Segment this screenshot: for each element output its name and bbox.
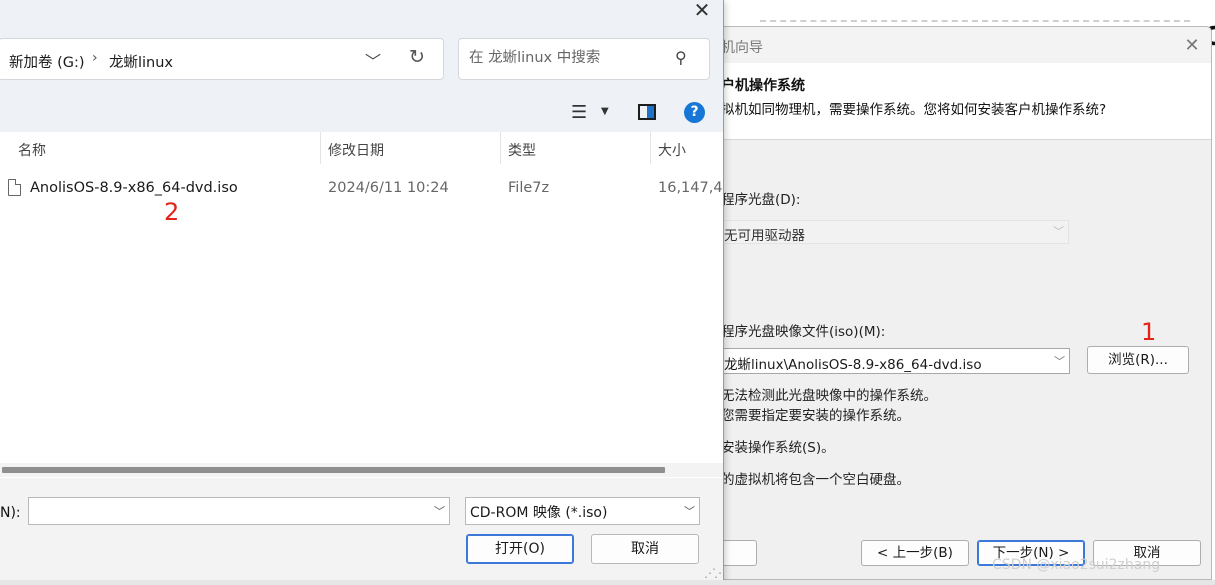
wizard-title: 机向导	[721, 40, 763, 56]
filename-input[interactable]	[33, 502, 427, 520]
scrollbar-thumb[interactable]	[2, 467, 665, 473]
new-vm-wizard: 机向导 ✕ 户机操作系统 拟机如同物理机，需要操作系统。您将如何安装客户机操作系…	[714, 26, 1212, 580]
iso-file-label: 程序光盘映像文件(iso)(M):	[721, 324, 886, 340]
file-modified: 2024/6/11 10:24	[328, 180, 449, 196]
help-icon[interactable]: ?	[684, 102, 705, 123]
breadcrumb-folder[interactable]: 龙蜥linux	[109, 51, 173, 72]
back-button[interactable]: < 上一步(B)	[861, 540, 969, 566]
filename-combo[interactable]: ﹀	[28, 497, 450, 525]
watermark: CSDN @xiao2sui2zhang	[992, 557, 1161, 573]
view-dropdown-icon[interactable]: ▼	[601, 106, 609, 117]
column-divider[interactable]	[320, 132, 321, 164]
dialog-titlebar	[0, 0, 723, 22]
chevron-down-icon: ﹀	[684, 505, 695, 518]
breadcrumb-drive[interactable]: 新加卷 (G:)	[9, 51, 85, 72]
iso-path-value: 龙蜥linux\AnolisOS-8.9-x86_64-dvd.iso	[724, 357, 982, 373]
column-header-modified[interactable]: 修改日期	[328, 140, 384, 160]
help-button[interactable]	[719, 540, 757, 566]
filename-label: N):	[0, 505, 21, 521]
view-list-icon[interactable]: ☰	[571, 102, 587, 123]
chevron-down-icon: ﹀	[1054, 355, 1065, 368]
installer-disc-label: 程序光盘(D):	[721, 192, 801, 208]
file-type: File7z	[508, 180, 550, 196]
filetype-select[interactable]: CD-ROM 映像 (*.iso) ﹀	[465, 497, 700, 525]
search-box[interactable]: ⚲	[458, 38, 710, 80]
notice-line-2: 您需要指定要安装的操作系统。	[721, 408, 910, 424]
chevron-down-icon[interactable]: ﹀	[365, 48, 381, 72]
wizard-body: 程序光盘(D): 无可用驱动器 ﹀ 程序光盘映像文件(iso)(M): 龙蜥li…	[715, 140, 1211, 579]
dialog-footer	[0, 478, 723, 581]
column-header-size[interactable]: 大小	[658, 140, 686, 160]
wizard-header-subtitle: 拟机如同物理机，需要操作系统。您将如何安装客户机操作系统?	[721, 102, 1107, 118]
search-input[interactable]	[467, 49, 671, 67]
annotation-2: 2	[164, 198, 180, 226]
column-header-row: 名称 修改日期 类型 大小	[0, 132, 723, 164]
file-icon	[8, 179, 21, 196]
iso-path-combo[interactable]: 龙蜥linux\AnolisOS-8.9-x86_64-dvd.iso ﹀	[719, 348, 1070, 374]
column-header-type[interactable]: 类型	[508, 140, 536, 160]
dialog-toolbar: ☰ ▼ ?	[0, 94, 723, 132]
address-bar[interactable]: 新加卷 (G:) › 龙蜥linux ﹀ ↻	[0, 38, 444, 80]
drive-select-value: 无可用驱动器	[724, 228, 805, 244]
column-divider[interactable]	[650, 132, 651, 164]
install-later-description: 的虚拟机将包含一个空白硬盘。	[721, 472, 910, 488]
wizard-header-title: 户机操作系统	[721, 78, 805, 94]
wizard-header: 户机操作系统 拟机如同物理机，需要操作系统。您将如何安装客户机操作系统?	[715, 63, 1211, 140]
wizard-titlebar: 机向导 ✕	[715, 27, 1211, 63]
refresh-icon[interactable]: ↻	[409, 46, 425, 68]
chevron-down-icon[interactable]: ﹀	[434, 503, 445, 519]
preview-pane-icon[interactable]	[638, 104, 656, 120]
dialog-nav-bar: 新加卷 (G:) › 龙蜥linux ﹀ ↻ ⚲	[0, 22, 723, 94]
file-name[interactable]: AnolisOS-8.9-x86_64-dvd.iso	[30, 180, 238, 196]
search-icon[interactable]: ⚲	[675, 48, 687, 67]
filetype-value: CD-ROM 映像 (*.iso)	[470, 505, 608, 521]
breadcrumb-chevron-icon: ›	[92, 50, 98, 66]
file-size: 16,147,4	[658, 180, 723, 196]
chevron-down-icon: ﹀	[1053, 225, 1064, 238]
resize-grip-icon[interactable]: ⋰⋰	[704, 566, 723, 580]
browse-button[interactable]: 浏览(R)...	[1087, 346, 1189, 374]
wizard-close-icon[interactable]: ✕	[1181, 35, 1203, 57]
open-button[interactable]: 打开(O)	[466, 534, 574, 564]
taskbar-edge	[0, 580, 1215, 585]
dialog-cancel-button[interactable]: 取消	[591, 534, 699, 564]
file-row[interactable]: AnolisOS-8.9-x86_64-dvd.iso 2024/6/11 10…	[0, 174, 723, 206]
install-later-option[interactable]: 安装操作系统(S)。	[721, 436, 835, 456]
drive-select[interactable]: 无可用驱动器 ﹀	[719, 220, 1069, 244]
column-divider[interactable]	[500, 132, 501, 164]
close-icon[interactable]: ✕	[690, 0, 714, 22]
open-file-dialog: ✕ 新加卷 (G:) › 龙蜥linux ﹀ ↻ ⚲ ☰ ▼ ? ︿ 名称 修改…	[0, 0, 724, 582]
column-header-name[interactable]: 名称	[18, 140, 46, 160]
notice-line-1: 无法检测此光盘映像中的操作系统。	[721, 388, 937, 404]
annotation-1: 1	[1141, 318, 1157, 346]
